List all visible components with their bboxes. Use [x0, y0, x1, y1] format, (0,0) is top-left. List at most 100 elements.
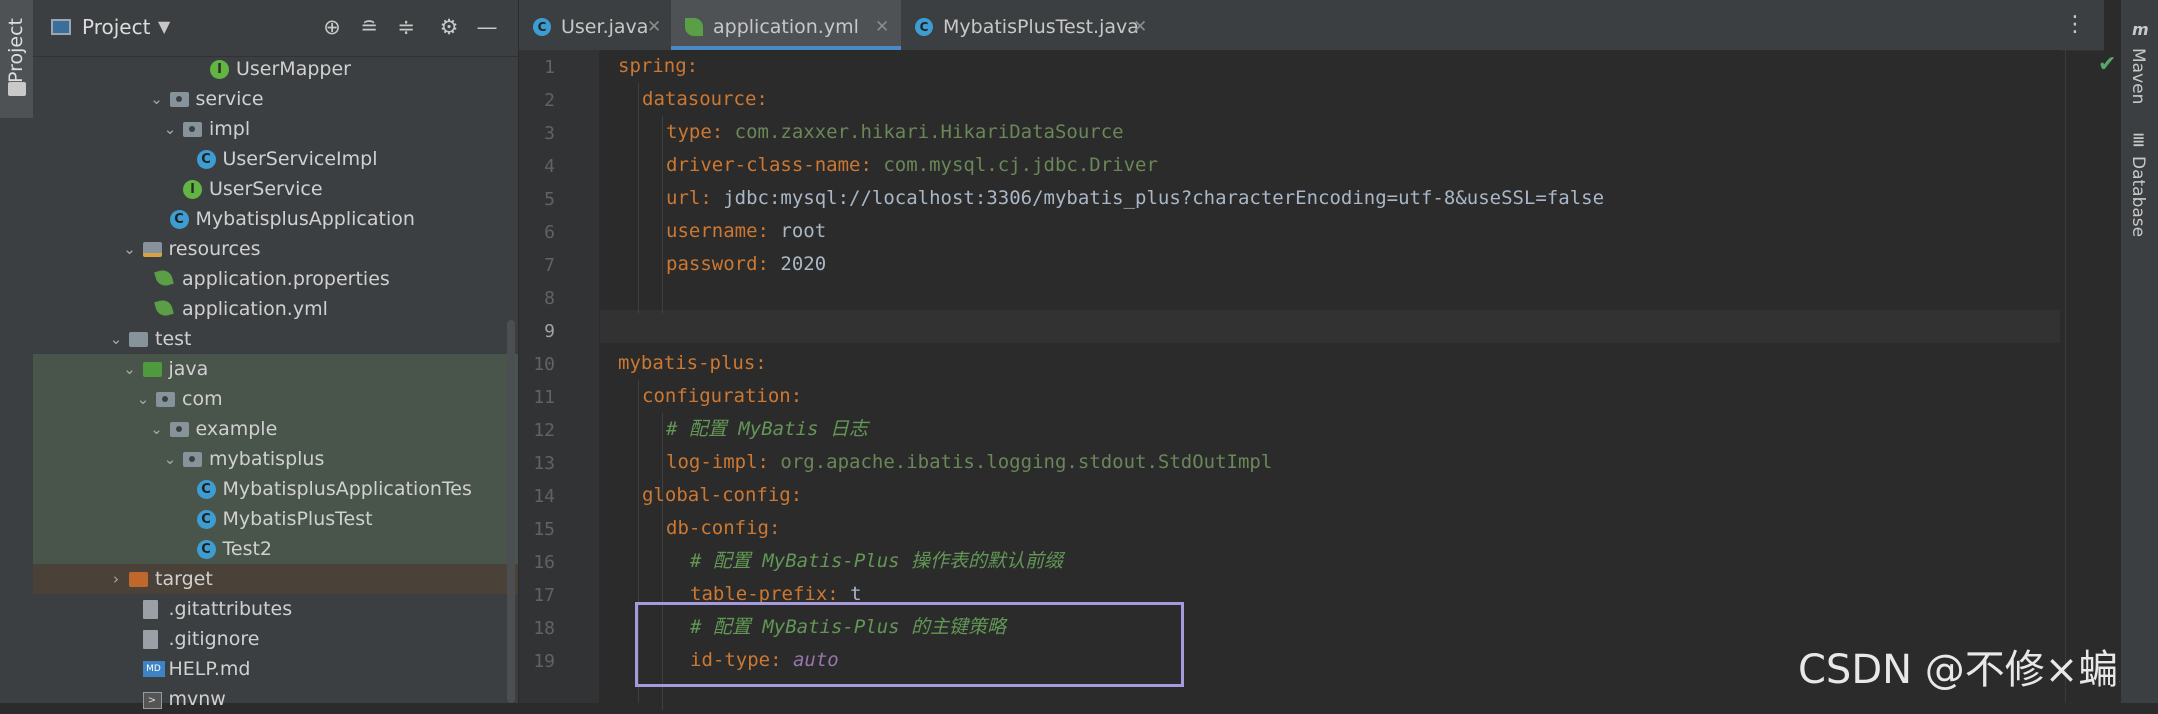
tree-item[interactable]: ⌄ example	[33, 414, 518, 444]
tab-application-yml[interactable]: application.yml ✕	[671, 0, 901, 50]
tree-item-label: UserMapper	[236, 58, 351, 80]
maven-tool-tab[interactable]: Maven	[2128, 48, 2148, 104]
line-number: 11	[533, 387, 555, 408]
chevron-down-icon[interactable]: ⌄	[148, 414, 166, 444]
line-number: 8	[544, 288, 555, 309]
yaml-key: datasource	[642, 88, 757, 110]
test-source-folder-icon	[142, 362, 162, 377]
yaml-value: com.zaxxer.hikari.HikariDataSource	[734, 121, 1124, 143]
tree-item-label: UserServiceImpl	[222, 148, 378, 170]
line-number: 6	[544, 222, 555, 243]
line-number: 3	[544, 123, 555, 144]
tab-label: User.java	[561, 16, 649, 38]
tree-item[interactable]: .gitattributes	[33, 594, 518, 624]
tree-item-label: Test2	[222, 538, 273, 560]
tree-item-label: test	[155, 328, 192, 350]
editor-tab-bar: C User.java ✕ application.yml ✕ C Mybati…	[519, 0, 2104, 51]
project-tool-tab[interactable]: Project	[0, 0, 33, 118]
chevron-down-icon[interactable]: ⌄	[161, 444, 179, 474]
chevron-right-icon[interactable]: ›	[107, 564, 125, 594]
code-line: mybatis-plus:	[618, 347, 767, 380]
code-line: global-config:	[642, 479, 802, 512]
tree-item[interactable]: ⌄ service	[33, 84, 518, 114]
yaml-key: driver-class-name	[666, 154, 861, 176]
tree-item-label: java	[168, 358, 209, 380]
class-icon: C	[196, 150, 216, 169]
line-number: 15	[533, 519, 555, 540]
chevron-down-icon[interactable]: ⌄	[134, 384, 152, 414]
close-icon[interactable]: ✕	[1133, 0, 1147, 54]
package-folder-icon	[156, 392, 175, 407]
tab-mybatisplustest-java[interactable]: C MybatisPlusTest.java ✕	[901, 0, 1161, 49]
springboot-class-icon: C	[196, 540, 216, 559]
chevron-down-icon[interactable]: ⌄	[148, 84, 166, 114]
yaml-key: log-impl	[666, 451, 758, 473]
right-tool-stripe: m Maven ≣ Database	[2120, 0, 2158, 703]
yaml-key: url	[666, 187, 701, 209]
code-line: spring:	[618, 50, 698, 83]
tree-item[interactable]: MD HELP.md	[33, 654, 518, 684]
line-number: 18	[533, 618, 555, 639]
tree-item[interactable]: ⌄ com	[33, 384, 518, 414]
yaml-key: configuration	[642, 385, 791, 407]
tree-item[interactable]: > mvnw	[33, 684, 518, 714]
code-line: # 配置 MyBatis-Plus 操作表的默认前缀	[690, 545, 1063, 578]
tree-item[interactable]: I UserService	[33, 174, 518, 204]
more-options-icon[interactable]: ⋮	[2064, 12, 2086, 37]
tree-item[interactable]: C MybatisPlusTest	[33, 504, 518, 534]
line-number: 16	[533, 552, 555, 573]
tree-item[interactable]: ⌄ mybatisplus	[33, 444, 518, 474]
tree-item[interactable]: ⌄ java	[33, 354, 518, 384]
yaml-separator: :	[768, 517, 781, 539]
code-line: type: com.zaxxer.hikari.HikariDataSource	[666, 116, 1124, 149]
class-icon: C	[533, 18, 551, 36]
tab-user-java[interactable]: C User.java ✕	[519, 0, 671, 49]
expand-all-icon[interactable]: ≘	[356, 14, 382, 40]
tree-item[interactable]: ⌄ resources	[33, 234, 518, 264]
springboot-class-icon: C	[915, 18, 933, 36]
indent-guide	[638, 83, 639, 314]
project-view-selector[interactable]: Project	[82, 15, 150, 39]
tree-item[interactable]: C MybatisplusApplication	[33, 204, 518, 234]
project-scrollbar[interactable]	[507, 320, 515, 703]
tree-item[interactable]: ⌄ test	[33, 324, 518, 354]
minimize-icon[interactable]: —	[474, 14, 500, 40]
yaml-separator: :	[757, 253, 781, 275]
tree-item[interactable]: ⌄ impl	[33, 114, 518, 144]
chevron-down-icon[interactable]: ⌄	[121, 234, 139, 264]
gear-icon[interactable]: ⚙	[436, 14, 462, 40]
chevron-down-icon[interactable]: ▼	[158, 17, 170, 36]
tree-item-label: MybatisPlusTest	[222, 508, 373, 530]
tree-item[interactable]: application.properties	[33, 264, 518, 294]
yaml-separator: :	[790, 484, 803, 506]
locate-target-icon[interactable]: ⊕	[319, 14, 345, 40]
left-tool-stripe: Project	[0, 0, 34, 703]
tree-item[interactable]: C Test2	[33, 534, 518, 564]
yaml-value: com.mysql.cj.jdbc.Driver	[883, 154, 1158, 176]
chevron-down-icon[interactable]: ⌄	[121, 354, 139, 384]
line-number: 14	[533, 486, 555, 507]
tree-item-label: .gitignore	[168, 628, 260, 650]
close-icon[interactable]: ✕	[647, 0, 661, 54]
yaml-separator: :	[757, 451, 781, 473]
code-line: datasource:	[642, 83, 768, 116]
tree-item[interactable]: C MybatisplusApplicationTes	[33, 474, 518, 504]
yaml-value: root	[780, 220, 827, 242]
database-tool-tab[interactable]: Database	[2128, 156, 2148, 237]
chevron-down-icon[interactable]: ⌄	[161, 114, 179, 144]
folder-icon	[8, 82, 26, 96]
tree-item[interactable]: application.yml	[33, 294, 518, 324]
tree-item-label: target	[155, 568, 213, 590]
interface-icon: I	[183, 180, 202, 199]
tree-item[interactable]: I UserMapper	[33, 54, 518, 84]
collapse-all-icon[interactable]: ≑	[393, 14, 419, 40]
tree-item[interactable]: C UserServiceImpl	[33, 144, 518, 174]
package-folder-icon	[169, 92, 189, 107]
code-line: configuration:	[642, 380, 802, 413]
tree-item[interactable]: › target	[33, 564, 518, 594]
close-icon[interactable]: ✕	[875, 0, 889, 54]
tree-item[interactable]: .gitignore	[33, 624, 518, 654]
chevron-down-icon[interactable]: ⌄	[107, 324, 125, 354]
code-line: url: jdbc:mysql://localhost:3306/mybatis…	[666, 182, 1604, 215]
tree-item-label: UserService	[209, 178, 323, 200]
